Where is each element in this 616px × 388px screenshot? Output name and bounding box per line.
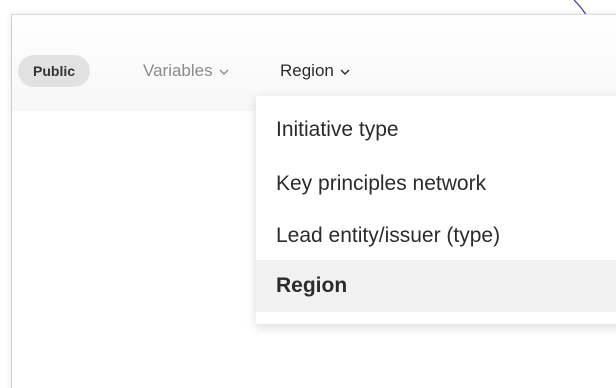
region-filter-label: Region [280, 61, 334, 80]
menu-item-initiative-type[interactable]: Initiative type [256, 104, 616, 156]
menu-item-region[interactable]: Region [256, 260, 616, 312]
chevron-down-icon [219, 69, 229, 75]
variables-filter-button[interactable]: Variables [143, 55, 229, 87]
variables-filter-label: Variables [143, 61, 213, 80]
page: Public Variables Region Initiative type … [0, 0, 616, 388]
chevron-down-icon [340, 69, 350, 75]
region-dropdown-menu: Initiative type Key principles network L… [256, 96, 616, 324]
region-filter-button[interactable]: Region [280, 55, 350, 87]
menu-item-key-principles-network[interactable]: Key principles network [256, 158, 616, 210]
public-badge[interactable]: Public [18, 55, 91, 87]
menu-item-lead-entity-issuer-type[interactable]: Lead entity/issuer (type) [256, 210, 616, 262]
